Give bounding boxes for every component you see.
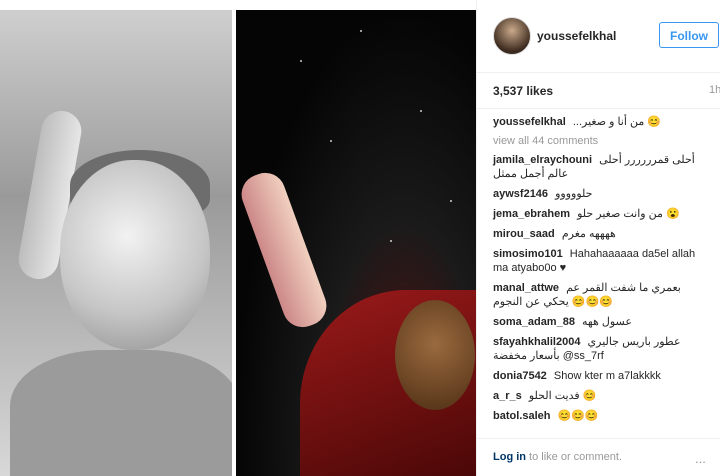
star <box>420 110 422 112</box>
comment: a_r_s فديت الحلو 😊 <box>493 389 705 403</box>
comment-username[interactable]: aywsf2146 <box>493 188 548 200</box>
comment: mirou_saad ههههه مغرم <box>493 227 705 241</box>
comment-text: من وانت صغير حلو 😮 <box>577 208 680 220</box>
post-time[interactable]: 1h <box>709 84 720 96</box>
comment-username[interactable]: batol.saleh <box>493 410 550 422</box>
profile-username[interactable]: youssefelkhal <box>537 29 616 43</box>
comment-text: ...من أنا و صغير 😊 <box>572 116 662 128</box>
login-prompt-text: to like or comment. <box>526 451 622 463</box>
comment-username[interactable]: a_r_s <box>493 390 522 402</box>
comment: batol.saleh 😊😊😊 <box>493 409 705 423</box>
comment-username[interactable]: simosimo101 <box>493 248 563 260</box>
star <box>390 240 392 242</box>
man-head-shape <box>395 300 475 410</box>
comment: aywsf2146 حلووووو <box>493 187 705 201</box>
comment-username[interactable]: donia7542 <box>493 370 547 382</box>
comment-username[interactable]: jamila_elraychouni <box>493 154 592 166</box>
star <box>360 30 362 32</box>
comment-text: فديت الحلو 😊 <box>528 390 597 402</box>
login-link[interactable]: Log in <box>493 451 526 463</box>
avatar[interactable] <box>493 17 531 55</box>
follow-button[interactable]: Follow <box>659 22 719 48</box>
comment: youssefelkhal ...من أنا و صغير 😊 <box>493 115 705 129</box>
comments-list: youssefelkhal ...من أنا و صغير 😊 view al… <box>477 108 720 436</box>
comment: donia7542 Show kter m a7lakkkk <box>493 369 705 383</box>
baby-photo <box>0 10 240 476</box>
comment-username[interactable]: mirou_saad <box>493 228 555 240</box>
baby-body-shape <box>10 350 240 476</box>
star <box>330 140 332 142</box>
comment: jamila_elraychouni أحلى قمرررررر أحلى عا… <box>493 153 705 181</box>
star <box>450 200 452 202</box>
baby-head-shape <box>60 160 210 350</box>
comment-text: ههههه مغرم <box>561 228 616 240</box>
comment-text: عسول ههه <box>582 316 632 328</box>
login-prompt: Log in to like or comment. <box>493 451 622 463</box>
comment-username[interactable]: soma_adam_88 <box>493 316 575 328</box>
post-image[interactable] <box>0 0 476 476</box>
view-all-comments-link[interactable]: view all 44 comments <box>493 135 705 147</box>
post-side-panel: youssefelkhal Follow 3,537 likes 1h yous… <box>476 0 720 476</box>
comment: jema_ebrahem من وانت صغير حلو 😮 <box>493 207 705 221</box>
comment-username[interactable]: sfayahkhalil2004 <box>493 336 580 348</box>
more-options-icon[interactable]: ... <box>695 451 706 466</box>
comment: soma_adam_88 عسول ههه <box>493 315 705 329</box>
comment-username[interactable]: jema_ebrahem <box>493 208 570 220</box>
comment-text: Show kter m a7lakkkk <box>553 370 661 382</box>
likes-count[interactable]: 3,537 likes <box>493 84 553 98</box>
image-top-border <box>0 0 476 10</box>
comment-text: 😊😊😊 <box>557 410 599 422</box>
comment-username[interactable]: youssefelkhal <box>493 116 566 128</box>
comment-text: حلووووو <box>555 188 593 200</box>
comment: simosimo101 Hahahaaaaaa da5el allah ma a… <box>493 247 705 275</box>
post-header: youssefelkhal Follow <box>477 0 720 73</box>
comment-username[interactable]: manal_attwe <box>493 282 559 294</box>
star <box>300 60 302 62</box>
comment: manal_attwe بعمري ما شفت القمر عم يحكي ع… <box>493 281 705 309</box>
post-footer: Log in to like or comment. ... <box>477 438 720 476</box>
comment: sfayahkhalil2004 عطور باريس جاليري بأسعا… <box>493 335 705 363</box>
